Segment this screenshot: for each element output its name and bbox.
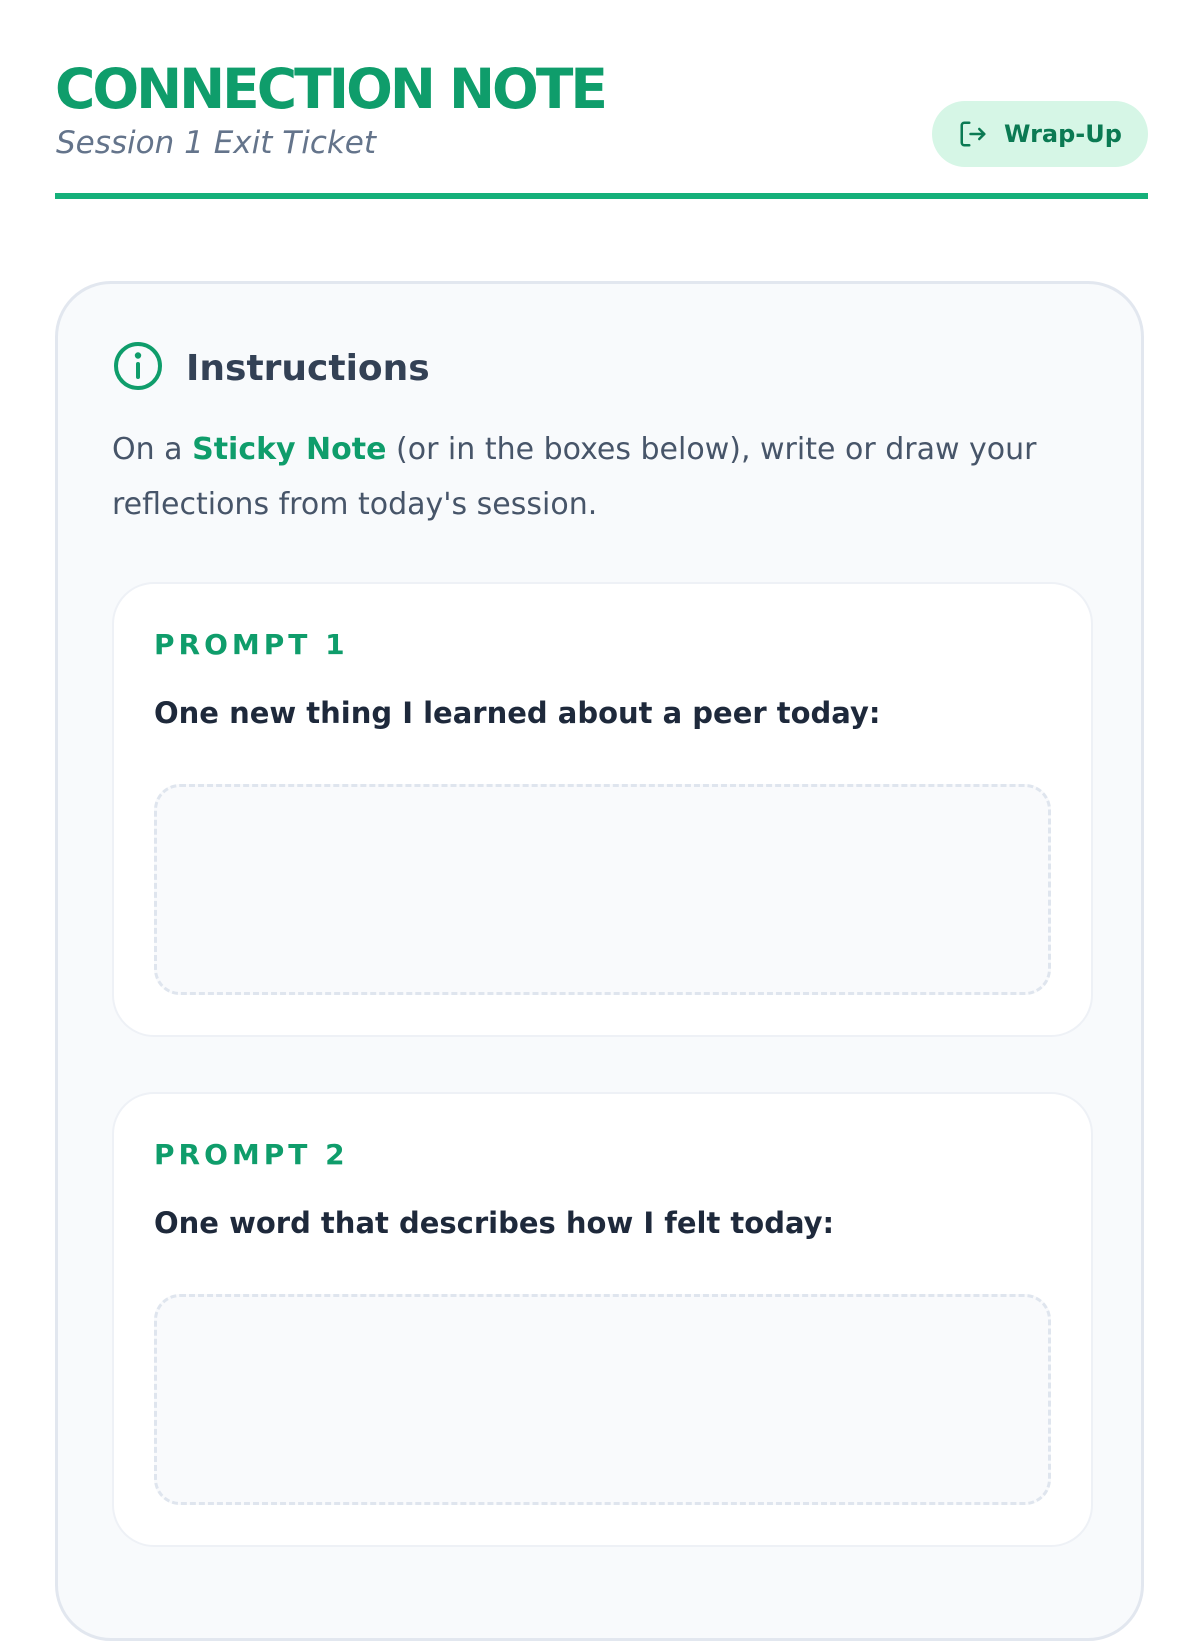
page-header: CONNECTION NOTE Session 1 Exit Ticket Wr…: [55, 55, 1148, 200]
instructions-heading: Instructions: [112, 340, 430, 397]
instructions-card: Instructions On a Sticky Note (or in the…: [55, 281, 1144, 1641]
prompt-label-1: PROMPT 1: [154, 628, 349, 661]
prompt-label-2: PROMPT 2: [154, 1138, 349, 1171]
page-title: CONNECTION NOTE: [55, 57, 608, 121]
prompt-card-1: PROMPT 1 One new thing I learned about a…: [112, 582, 1093, 1037]
prompt-question-1: One new thing I learned about a peer tod…: [154, 696, 881, 730]
prompt-answer-2[interactable]: [154, 1294, 1051, 1505]
prompt-answer-1[interactable]: [154, 784, 1051, 995]
instructions-title: Instructions: [186, 348, 430, 389]
wrap-up-button[interactable]: Wrap-Up: [932, 101, 1148, 167]
page-subtitle: Session 1 Exit Ticket: [56, 125, 377, 161]
instructions-text-before: On a: [112, 432, 193, 467]
header-divider: [55, 193, 1148, 199]
prompt-question-2: One word that describes how I felt today…: [154, 1206, 835, 1240]
wrap-up-button-label: Wrap-Up: [1004, 120, 1122, 148]
info-icon: [112, 340, 164, 397]
sticky-note-highlight: Sticky Note: [192, 432, 387, 467]
prompt-card-2: PROMPT 2 One word that describes how I f…: [112, 1092, 1093, 1547]
exit-icon: [958, 119, 988, 149]
instructions-text: On a Sticky Note (or in the boxes below)…: [112, 422, 1072, 532]
